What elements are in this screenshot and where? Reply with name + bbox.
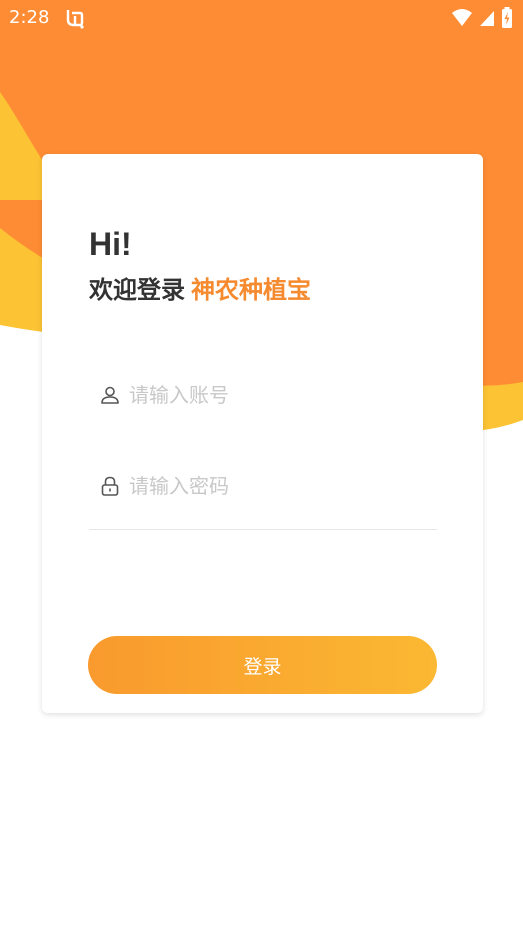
login-card: Hi! 欢迎登录神农种植宝 登录	[42, 154, 483, 713]
account-field[interactable]	[89, 370, 437, 420]
brand-name: 神农种植宝	[191, 276, 311, 304]
status-time: 2:28	[9, 7, 50, 28]
greeting-title: Hi!	[89, 226, 132, 262]
login-button[interactable]: 登录	[88, 636, 437, 694]
wifi-icon	[451, 8, 473, 32]
user-icon	[99, 384, 121, 406]
account-input[interactable]	[129, 383, 409, 407]
status-icons	[451, 7, 513, 33]
password-input[interactable]	[129, 474, 409, 498]
cell-signal-icon	[479, 9, 495, 31]
status-bar: 2:28	[0, 0, 523, 36]
password-field-inner[interactable]	[89, 461, 409, 511]
battery-charging-icon	[501, 7, 513, 33]
bug-icon	[64, 7, 86, 29]
welcome-heading: 欢迎登录 神农种植宝	[89, 274, 311, 306]
lock-icon	[99, 475, 121, 497]
password-field[interactable]	[89, 461, 437, 530]
welcome-text: 欢迎登录	[89, 276, 185, 304]
